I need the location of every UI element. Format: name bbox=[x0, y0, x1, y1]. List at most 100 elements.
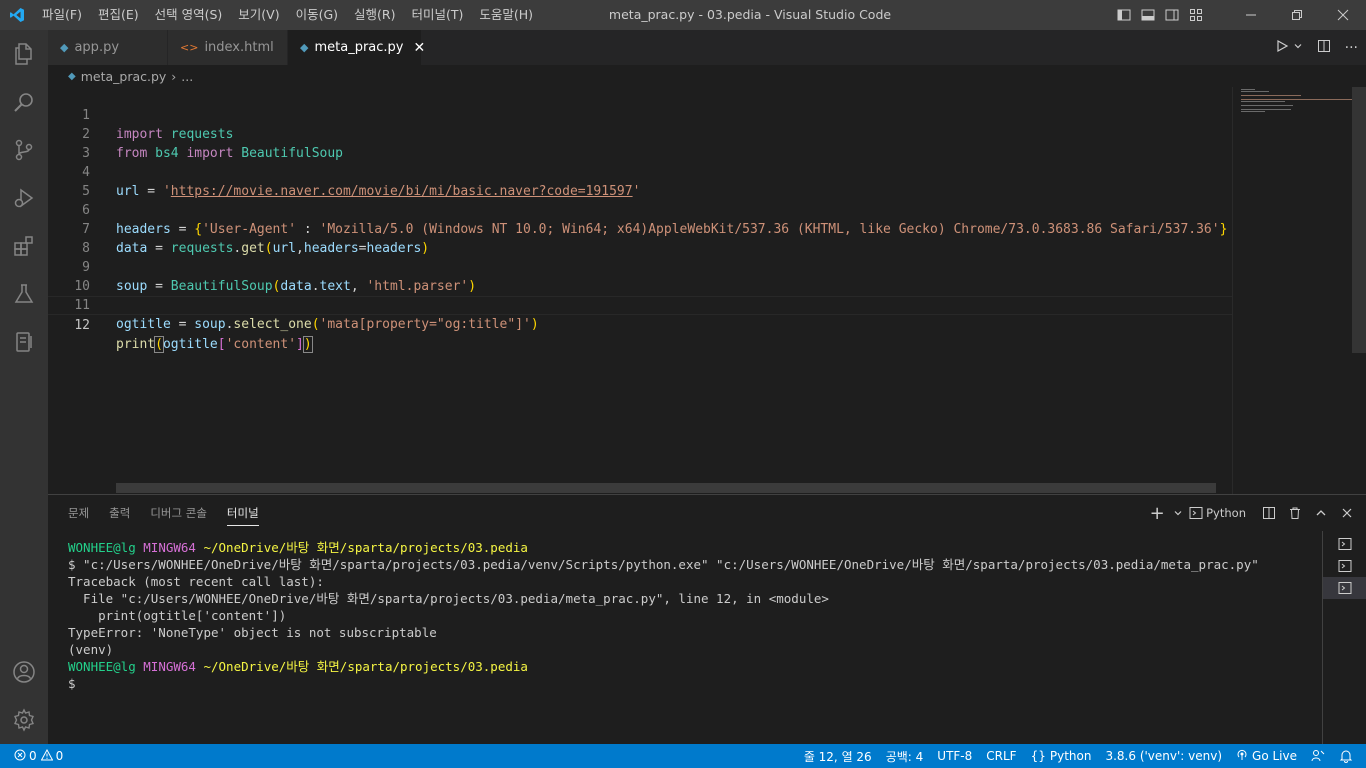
python-file-icon: ◆ bbox=[300, 41, 309, 54]
close-tab-icon[interactable]: ✕ bbox=[413, 40, 425, 56]
code-line: 7 data = requests.get(url,headers=header… bbox=[48, 201, 1232, 256]
line-number: 12 bbox=[74, 318, 90, 333]
tab-app-py[interactable]: ◆ app.py bbox=[48, 30, 168, 65]
close-panel-icon[interactable] bbox=[1334, 495, 1360, 531]
terminal-shell-name[interactable]: Python bbox=[1206, 506, 1246, 520]
chevron-right-icon: › bbox=[171, 68, 177, 84]
account-icon[interactable] bbox=[0, 648, 48, 696]
toggle-panel-layout-icon[interactable] bbox=[1136, 0, 1160, 30]
close-window-icon[interactable] bbox=[1320, 0, 1366, 30]
tab-label: app.py bbox=[74, 40, 120, 55]
chevron-down-icon[interactable] bbox=[1170, 495, 1186, 531]
search-icon[interactable] bbox=[0, 78, 48, 126]
testing-flask-icon[interactable] bbox=[0, 270, 48, 318]
extensions-icon[interactable] bbox=[0, 222, 48, 270]
python-file-icon: ◆ bbox=[60, 41, 69, 54]
go-live-label: Go Live bbox=[1252, 749, 1297, 763]
language-label: Python bbox=[1049, 749, 1092, 763]
code-line: 5 bbox=[48, 163, 1232, 199]
tab-terminal[interactable]: 터미널 bbox=[217, 495, 269, 531]
code-line: 11 ogtitle = soup.select_one('mata[prope… bbox=[48, 277, 1232, 332]
explorer-icon[interactable] bbox=[0, 30, 48, 78]
terminal-instance-icon[interactable] bbox=[1323, 555, 1366, 577]
code-line: 1 import requests bbox=[48, 87, 1232, 142]
code-line: 8 bbox=[48, 220, 1232, 256]
more-actions-icon[interactable]: ··· bbox=[1345, 40, 1358, 56]
terminal-error: TypeError: 'NoneType' object is not subs… bbox=[68, 625, 437, 640]
go-live-button[interactable]: Go Live bbox=[1229, 744, 1304, 768]
split-editor-icon[interactable] bbox=[1317, 39, 1331, 57]
warning-icon bbox=[40, 748, 53, 764]
code-line: 6 headers = {'User-Agent' : 'Mozilla/5.0… bbox=[48, 182, 1232, 237]
vertical-scrollbar-thumb[interactable] bbox=[1352, 87, 1366, 353]
remote-explorer-icon[interactable] bbox=[0, 318, 48, 366]
terminal-line: Traceback (most recent call last): bbox=[68, 574, 324, 589]
editor-tabs: ◆ app.py <> index.html ◆ meta_prac.py ✕ … bbox=[48, 30, 1366, 65]
terminal-instance-icon[interactable] bbox=[1323, 533, 1366, 555]
title-bar: 파일(F) 편집(E) 선택 영역(S) 보기(V) 이동(G) 실행(R) 터… bbox=[0, 0, 1366, 30]
chevron-down-icon[interactable] bbox=[1293, 40, 1303, 55]
cursor-position[interactable]: 줄 12, 열 26 bbox=[797, 744, 879, 768]
source-control-icon[interactable] bbox=[0, 126, 48, 174]
menu-go[interactable]: 이동(G) bbox=[288, 0, 346, 30]
tab-problems[interactable]: 문제 bbox=[58, 495, 99, 531]
menu-run[interactable]: 실행(R) bbox=[346, 0, 403, 30]
menu-edit[interactable]: 편집(E) bbox=[90, 0, 147, 30]
python-file-icon: ◆ bbox=[68, 70, 76, 82]
breadcrumb-more[interactable]: ... bbox=[181, 69, 193, 84]
terminal-prompt: WONHEE@lg MINGW64 ~/OneDrive/바탕 화면/spart… bbox=[68, 659, 528, 674]
terminal-line: print(ogtitle['content']) bbox=[68, 608, 287, 623]
python-interpreter[interactable]: 3.8.6 ('venv': venv) bbox=[1098, 744, 1229, 768]
menu-view[interactable]: 보기(V) bbox=[230, 0, 287, 30]
chevron-up-icon[interactable] bbox=[1308, 495, 1334, 531]
code-line: 3 bbox=[48, 125, 1232, 161]
tab-index-html[interactable]: <> index.html bbox=[168, 30, 288, 65]
menu-selection[interactable]: 선택 영역(S) bbox=[147, 0, 231, 30]
problems-indicator[interactable]: 0 0 bbox=[0, 744, 63, 768]
toggle-secondary-sidebar-icon[interactable] bbox=[1160, 0, 1184, 30]
terminal-output[interactable]: WONHEE@lg MINGW64 ~/OneDrive/바탕 화면/spart… bbox=[68, 539, 1308, 692]
status-bar: 0 0 줄 12, 열 26 공백: 4 UTF-8 CRLF {} Pytho… bbox=[0, 744, 1366, 768]
vscode-logo-icon bbox=[0, 0, 34, 30]
braces-icon: {} bbox=[1030, 749, 1046, 763]
trash-icon[interactable] bbox=[1282, 495, 1308, 531]
toggle-sidebar-layout-icon[interactable] bbox=[1112, 0, 1136, 30]
end-of-line[interactable]: CRLF bbox=[979, 744, 1023, 768]
customize-layout-icon[interactable] bbox=[1184, 0, 1208, 30]
breadcrumb-file[interactable]: meta_prac.py bbox=[81, 69, 167, 84]
new-terminal-icon[interactable]: + bbox=[1144, 495, 1170, 531]
tab-meta-prac-py[interactable]: ◆ meta_prac.py ✕ bbox=[288, 30, 425, 65]
indentation[interactable]: 공백: 4 bbox=[879, 744, 931, 768]
menu-bar: 파일(F) 편집(E) 선택 영역(S) 보기(V) 이동(G) 실행(R) 터… bbox=[34, 0, 541, 30]
split-terminal-icon[interactable] bbox=[1256, 495, 1282, 531]
activity-bar bbox=[0, 30, 48, 744]
terminal-command: $ "c:/Users/WONHEE/OneDrive/바탕 화면/sparta… bbox=[68, 557, 1259, 572]
tab-output[interactable]: 출력 bbox=[99, 495, 140, 531]
settings-gear-icon[interactable] bbox=[0, 696, 48, 744]
language-mode[interactable]: {} Python bbox=[1024, 744, 1099, 768]
terminal-line: (venv) bbox=[68, 642, 114, 657]
minimap[interactable] bbox=[1232, 87, 1353, 494]
notifications-bell-icon[interactable] bbox=[1332, 744, 1360, 768]
minimize-icon[interactable] bbox=[1228, 0, 1274, 30]
code-line: 9 soup = BeautifulSoup(data.text, 'html.… bbox=[48, 239, 1232, 294]
bottom-panel: 문제 출력 디버그 콘솔 터미널 + Python WONHEE@lg MING… bbox=[48, 494, 1366, 745]
restore-icon[interactable] bbox=[1274, 0, 1320, 30]
html-file-icon: <> bbox=[180, 41, 199, 54]
menu-terminal[interactable]: 터미널(T) bbox=[404, 0, 472, 30]
code-editor[interactable]: 1 import requests 2 from bs4 import Beau… bbox=[48, 87, 1232, 494]
code-line: 10 bbox=[48, 258, 1232, 294]
terminal-instance-icon[interactable] bbox=[1323, 577, 1366, 599]
encoding[interactable]: UTF-8 bbox=[930, 744, 979, 768]
tab-label: meta_prac.py bbox=[314, 40, 404, 55]
menu-file[interactable]: 파일(F) bbox=[34, 0, 90, 30]
broadcast-icon bbox=[1236, 749, 1248, 764]
run-debug-icon[interactable] bbox=[0, 174, 48, 222]
menu-help[interactable]: 도움말(H) bbox=[471, 0, 541, 30]
run-python-file-icon[interactable] bbox=[1275, 39, 1289, 57]
breadcrumb: ◆ meta_prac.py › ... bbox=[48, 65, 1232, 87]
feedback-icon[interactable] bbox=[1304, 744, 1332, 768]
warning-count: 0 bbox=[55, 749, 64, 763]
tab-debug-console[interactable]: 디버그 콘솔 bbox=[140, 495, 217, 531]
horizontal-scrollbar[interactable] bbox=[116, 483, 1216, 493]
